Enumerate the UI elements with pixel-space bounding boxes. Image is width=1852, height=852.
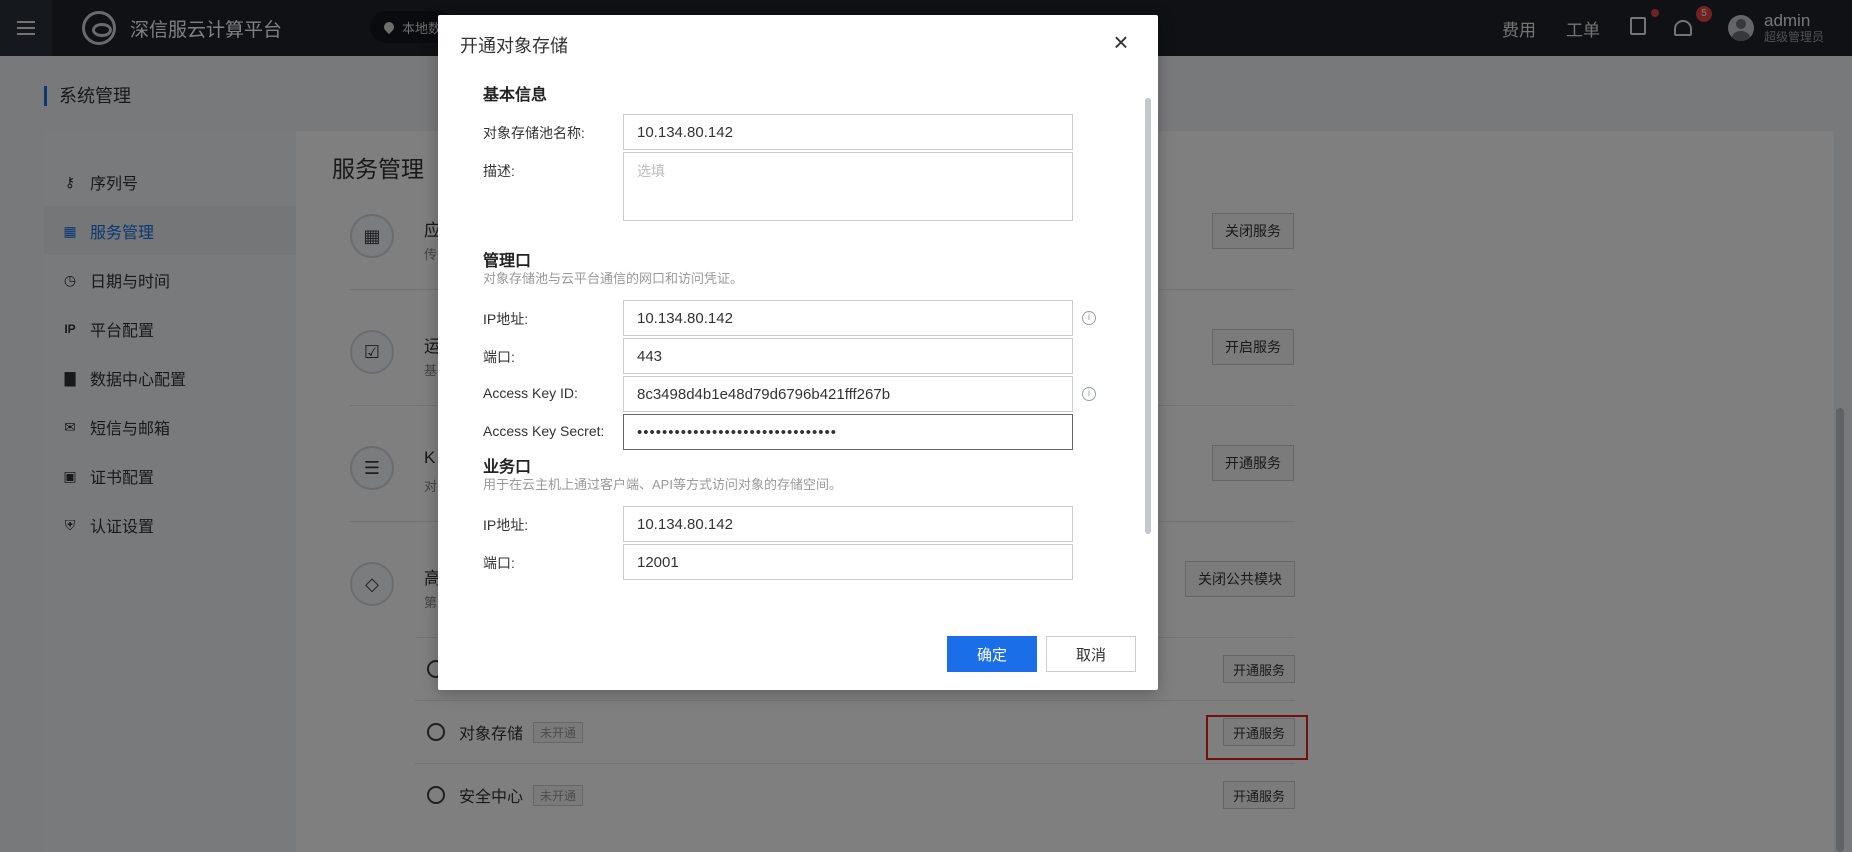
cancel-button[interactable]: 取消	[1046, 636, 1136, 672]
management-port-desc: 对象存储池与云平台通信的网口和访问凭证。	[483, 271, 744, 286]
info-icon[interactable]: i	[1082, 387, 1096, 401]
business-ip-input[interactable]	[623, 506, 1073, 542]
dialog-scrollbar[interactable]	[1145, 98, 1151, 534]
business-port-label: 端口:	[483, 555, 515, 571]
confirm-button[interactable]: 确定	[947, 636, 1037, 672]
basic-info-title: 基本信息	[483, 87, 548, 104]
dialog-title: 开通对象存储	[460, 36, 568, 56]
description-label: 描述:	[483, 163, 515, 179]
access-key-id-label: Access Key ID:	[483, 385, 578, 401]
info-icon[interactable]: i	[1082, 311, 1096, 325]
mgmt-ip-label: IP地址:	[483, 311, 529, 327]
dialog-scrollbar-thumb[interactable]	[1145, 98, 1151, 534]
business-port-input[interactable]	[623, 544, 1073, 580]
open-object-storage-dialog: 开通对象存储 × 基本信息 对象存储池名称: 描述: 管理口 对象存储池与云平台…	[438, 15, 1158, 690]
access-key-secret-label: Access Key Secret:	[483, 423, 605, 439]
business-port-desc: 用于在云主机上通过客户端、API等方式访问对象的存储空间。	[483, 477, 842, 492]
dialog-body: 基本信息 对象存储池名称: 描述: 管理口 对象存储池与云平台通信的网口和访问凭…	[438, 65, 1158, 625]
mgmt-ip-input[interactable]	[623, 300, 1073, 336]
mgmt-port-input[interactable]	[623, 338, 1073, 374]
close-icon[interactable]: ×	[1110, 29, 1132, 55]
description-input[interactable]	[623, 152, 1073, 221]
pool-name-label: 对象存储池名称:	[483, 125, 585, 141]
access-key-id-input[interactable]	[623, 376, 1073, 412]
access-key-secret-input[interactable]	[623, 414, 1073, 450]
pool-name-input[interactable]	[623, 114, 1073, 150]
mgmt-port-label: 端口:	[483, 349, 515, 365]
business-ip-label: IP地址:	[483, 517, 529, 533]
